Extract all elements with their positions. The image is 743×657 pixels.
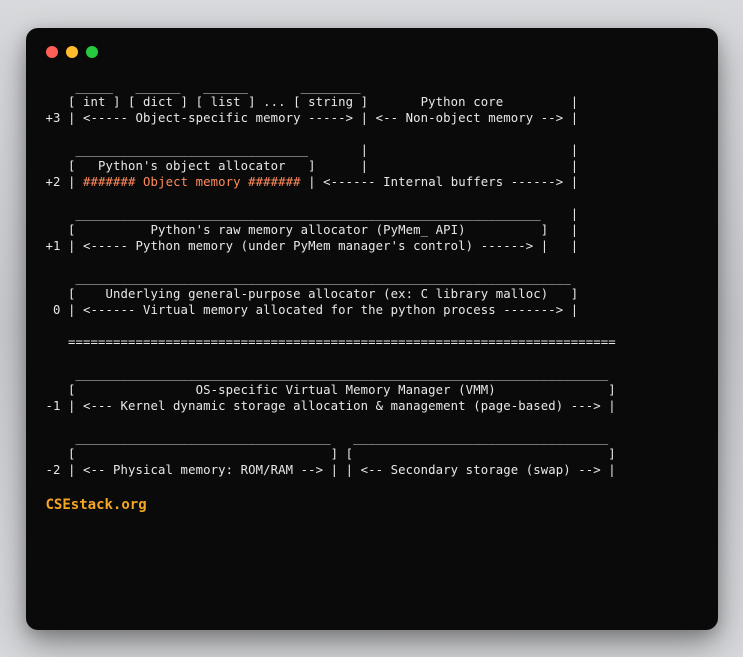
block-top: _____ ______ ______ ________ [ int ] [ d… — [46, 80, 579, 174]
block-bottom: ________________________________________… — [46, 207, 616, 477]
diagram-text: _____ ______ ______ ________ [ int ] [ d… — [46, 80, 698, 480]
close-icon[interactable] — [46, 46, 58, 58]
zoom-icon[interactable] — [86, 46, 98, 58]
minimize-icon[interactable] — [66, 46, 78, 58]
window-controls — [46, 46, 698, 58]
accent-row-prefix: +2 | — [46, 175, 84, 189]
brand-label: CSEstack.org — [46, 497, 698, 513]
accent-row-suffix: | <------ Internal buffers ------> | — [301, 175, 579, 189]
accent-row-mid: ####### Object memory ####### — [83, 175, 301, 189]
terminal-window: _____ ______ ______ ________ [ int ] [ d… — [26, 28, 718, 630]
